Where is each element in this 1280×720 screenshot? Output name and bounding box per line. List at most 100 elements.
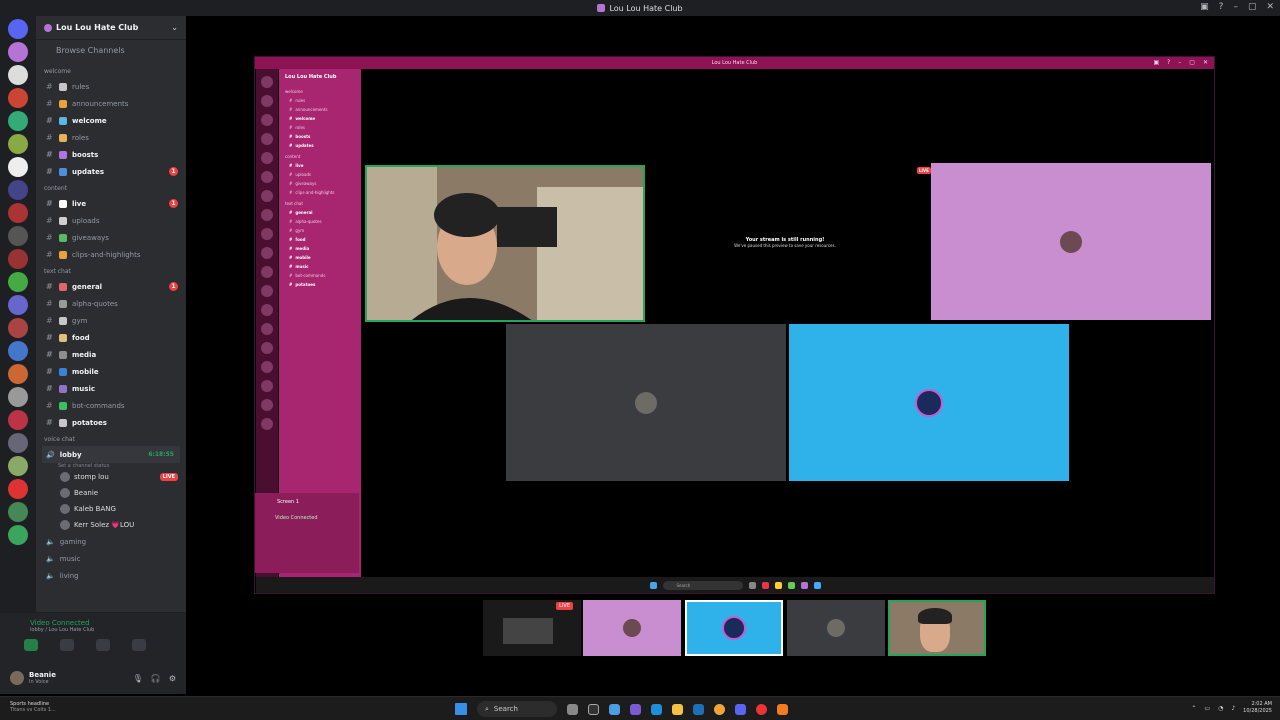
category-header[interactable]: welcome <box>36 63 186 78</box>
server-icon[interactable] <box>8 180 28 200</box>
server-icon[interactable] <box>8 134 28 154</box>
shared-screen-label: Screen 1 <box>277 499 299 505</box>
close-button[interactable]: ✕ <box>1266 2 1274 12</box>
category-header[interactable]: voice chat <box>36 431 186 446</box>
gear-icon[interactable]: ⚙ <box>169 674 176 683</box>
mic-icon[interactable]: 🎙 <box>133 674 143 683</box>
channel-item[interactable]: # gym <box>36 312 186 329</box>
voice-user[interactable]: Beanie <box>36 485 186 501</box>
server-icon[interactable] <box>8 387 28 407</box>
server-icon[interactable] <box>8 249 28 269</box>
voice-channel-item[interactable]: 🔈 gaming <box>36 533 186 550</box>
soundboard-button[interactable] <box>132 639 146 651</box>
channel-item[interactable]: # live 1 <box>36 195 186 212</box>
headphones-icon[interactable]: 🎧 <box>151 674 161 683</box>
server-icon[interactable] <box>8 433 28 453</box>
screen-share-view[interactable]: Lou Lou Hate Club ▣? – ▢ ✕ Lou Lou Hate Clu… <box>254 56 1215 594</box>
channel-item[interactable]: # boosts <box>36 146 186 163</box>
category-header[interactable]: text chat <box>36 263 186 278</box>
live-badge: LIVE <box>159 473 178 481</box>
channel-item[interactable]: # bot-commands <box>36 397 186 414</box>
video-tile-blue[interactable] <box>789 324 1069 481</box>
discord-icon[interactable] <box>735 703 746 715</box>
channel-item[interactable]: # mobile <box>36 363 186 380</box>
server-header[interactable]: Lou Lou Hate Club ⌄ <box>36 16 186 40</box>
channel-item[interactable]: # welcome <box>36 112 186 129</box>
app-icon[interactable] <box>609 703 620 715</box>
voice-channel-item[interactable]: 🔈 living <box>36 567 186 584</box>
thumbnail-webcam[interactable] <box>888 600 986 656</box>
app-icon[interactable] <box>588 703 599 715</box>
thumbnail-stream[interactable]: LIVE <box>483 600 581 656</box>
hash-icon: # <box>46 199 53 208</box>
server-icon[interactable] <box>8 295 28 315</box>
video-tile-gray[interactable] <box>506 324 786 481</box>
app-icon[interactable] <box>651 703 662 715</box>
video-tile-webcam[interactable] <box>365 165 645 322</box>
server-icon[interactable] <box>8 341 28 361</box>
shared-channel-item: # music <box>289 264 309 269</box>
channel-item[interactable]: # giveaways <box>36 229 186 246</box>
app-icon[interactable] <box>777 703 788 715</box>
server-icon[interactable] <box>8 272 28 292</box>
category-header[interactable]: content <box>36 180 186 195</box>
thumbnail-gray[interactable] <box>787 600 885 656</box>
server-icon[interactable] <box>8 65 28 85</box>
home-button[interactable] <box>8 19 28 39</box>
channel-item[interactable]: # rules <box>36 78 186 95</box>
voice-user[interactable]: Kaleb BANG <box>36 501 186 517</box>
browse-channels[interactable]: Browse Channels <box>36 40 186 63</box>
app-icon[interactable] <box>567 703 578 715</box>
app-icon[interactable] <box>630 703 641 715</box>
voice-channel-item[interactable]: 🔈 music <box>36 550 186 567</box>
maximize-button[interactable]: ▢ <box>1248 2 1257 12</box>
shared-channel-item: # clips-and-highlights <box>289 190 335 195</box>
taskbar-search[interactable]: ⌕ Search <box>477 701 557 717</box>
voice-user[interactable]: Kerr Solez 💗LOU <box>36 517 186 533</box>
folder-icon[interactable] <box>672 703 683 715</box>
video-tile-pink[interactable] <box>931 163 1211 320</box>
server-icon[interactable] <box>8 502 28 522</box>
channel-emoji-icon <box>59 401 67 410</box>
channel-item[interactable]: # clips-and-highlights <box>36 246 186 263</box>
add-server-icon[interactable] <box>8 525 28 545</box>
activities-button[interactable] <box>96 639 110 651</box>
server-icon[interactable] <box>8 456 28 476</box>
channel-item[interactable]: # food <box>36 329 186 346</box>
server-icon[interactable] <box>8 88 28 108</box>
thumbnail-blue[interactable] <box>685 600 783 656</box>
app-icon[interactable] <box>756 703 767 715</box>
server-icon[interactable] <box>8 203 28 223</box>
voice-channel-lobby[interactable]: 🔊 lobby 6:18:55 <box>42 446 180 463</box>
channel-item[interactable]: # music <box>36 380 186 397</box>
server-icon[interactable] <box>8 157 28 177</box>
server-icon[interactable] <box>8 410 28 430</box>
minimize-button[interactable]: – <box>1233 2 1238 12</box>
chrome-icon[interactable] <box>714 703 725 715</box>
channel-item[interactable]: # updates 1 <box>36 163 186 180</box>
help-icon[interactable]: ? <box>1219 2 1224 12</box>
channel-item[interactable]: # media <box>36 346 186 363</box>
server-icon[interactable] <box>8 364 28 384</box>
channel-item[interactable]: # announcements <box>36 95 186 112</box>
thumbnail-pink[interactable] <box>583 600 681 656</box>
inbox-icon[interactable]: ▣ <box>1200 2 1209 12</box>
voice-user[interactable]: stomp lou LIVE <box>36 469 186 485</box>
channel-item[interactable]: # alpha-quotes <box>36 295 186 312</box>
channel-item[interactable]: # general 1 <box>36 278 186 295</box>
server-icon[interactable] <box>8 318 28 338</box>
avatar[interactable] <box>10 671 24 685</box>
start-button[interactable] <box>455 703 467 715</box>
app-icon[interactable] <box>693 703 704 715</box>
camera-button[interactable] <box>24 639 38 651</box>
channel-item[interactable]: # roles <box>36 129 186 146</box>
channel-item[interactable]: # potatoes <box>36 414 186 431</box>
channel-item[interactable]: # uploads <box>36 212 186 229</box>
server-icon[interactable] <box>8 226 28 246</box>
server-icon[interactable] <box>8 111 28 131</box>
news-widget[interactable]: Sports headline Titans vs Colts 1... <box>10 701 56 713</box>
server-icon[interactable] <box>8 479 28 499</box>
screenshare-button[interactable] <box>60 639 74 651</box>
server-icon[interactable] <box>8 42 28 62</box>
system-tray[interactable]: ⌃ ▭ ◔ ♪ 2:02 AM 10/28/2025 <box>1191 701 1272 715</box>
